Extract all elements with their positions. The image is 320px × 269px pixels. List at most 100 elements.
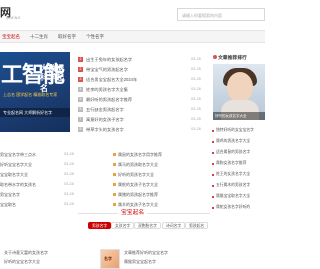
mid-list-date: 03-28 bbox=[64, 152, 74, 156]
rank-number: 8 bbox=[78, 127, 83, 132]
rank-item[interactable]: 属猴宝宝取名字大全 bbox=[216, 194, 250, 199]
mid-list-item[interactable]: 属马的男孩取名字大全 bbox=[118, 162, 158, 168]
bullet-icon bbox=[212, 163, 214, 165]
mid-list-item[interactable]: 宝宝取名 bbox=[0, 202, 16, 208]
rank-number: 5 bbox=[78, 97, 83, 102]
mid-list-date: 03-28 bbox=[64, 162, 74, 166]
nav-item-good-names[interactable]: 取好名字 bbox=[58, 34, 76, 40]
rank-item[interactable]: 属鸡的男孩名字大全 bbox=[216, 139, 250, 144]
nav-item-baby-naming[interactable]: 宝宝起名 bbox=[2, 34, 20, 40]
rank-number: 2 bbox=[78, 67, 83, 72]
news-date: 03-28 bbox=[191, 57, 201, 61]
news-title[interactable]: 最好听的男孩起名字推荐 bbox=[86, 97, 132, 103]
mid-list-item[interactable]: 好听宝宝名字大全 bbox=[0, 162, 32, 168]
mid-list-item[interactable]: 取名带水字的女孩名 bbox=[0, 182, 36, 188]
news-item[interactable]: 6 五行缺金男孩起名字 03-28 bbox=[78, 106, 208, 115]
bullet-icon bbox=[212, 196, 214, 198]
bottom-list-item[interactable]: 关于诗意又富的女孩名字 bbox=[4, 250, 48, 256]
bottom-list-item[interactable]: 好听的宝宝名字大全 bbox=[4, 259, 40, 265]
news-item[interactable]: 3 适合男宝宝起名大全2024年 03-28 bbox=[78, 76, 208, 85]
mid-list-date: 03-28 bbox=[64, 172, 74, 176]
news-title[interactable]: 带宝宝气的男孩起名字 bbox=[86, 67, 128, 73]
bullet-icon bbox=[113, 193, 116, 196]
mid-list-item[interactable]: 好听的男孩名字大全 bbox=[118, 172, 154, 178]
thumb-label: 名字 bbox=[104, 256, 112, 261]
nav-item-zodiac[interactable]: 十二生肖 bbox=[30, 34, 48, 40]
rank-number: 1 bbox=[78, 57, 83, 62]
carousel-dots bbox=[44, 124, 64, 132]
bullet-icon bbox=[212, 152, 214, 154]
bullet-icon bbox=[113, 153, 116, 156]
news-title[interactable]: 出生于兔年的女孩起名字 bbox=[86, 57, 132, 63]
news-item[interactable]: 1 出生于兔年的女孩起名字 03-28 bbox=[78, 56, 208, 65]
news-date: 03-28 bbox=[191, 77, 201, 81]
mid-list-date: 03-28 bbox=[64, 202, 74, 206]
rank-photo-caption: 好听的女孩名字大全 bbox=[213, 112, 265, 120]
news-date: 03-28 bbox=[191, 67, 201, 71]
mid-list-item[interactable]: 男宝宝名字带三点水 bbox=[0, 152, 36, 158]
banner-caption: 专业起名网 大师解析好名字 bbox=[3, 110, 53, 115]
news-date: 03-28 bbox=[191, 97, 201, 101]
rank-item[interactable]: 属蛇女孩名字好听的 bbox=[216, 205, 250, 210]
banner-sub-2: 科学起名 bbox=[40, 73, 64, 93]
rank-number: 4 bbox=[78, 87, 83, 92]
bottom-list-item[interactable]: 属猴男宝宝起名字 bbox=[124, 259, 156, 265]
news-title[interactable]: 五行缺金男孩起名字 bbox=[86, 107, 124, 113]
news-item[interactable]: 7 寓意好的女孩子名字 03-28 bbox=[78, 116, 208, 125]
bullet-icon bbox=[212, 207, 214, 209]
mid-list-item[interactable]: 属鼠的女孩名字用字推荐 bbox=[118, 152, 162, 158]
bullet-icon bbox=[113, 163, 116, 166]
news-item[interactable]: 5 最好听的男孩起名字推荐 03-28 bbox=[78, 96, 208, 105]
article-thumbnail[interactable]: 名字 bbox=[100, 249, 120, 269]
tab-girl-names[interactable]: 女孩名字 bbox=[111, 222, 135, 229]
tab-twin-names[interactable]: 双胞胎名字 bbox=[134, 222, 161, 229]
bullet-icon bbox=[113, 173, 116, 176]
mid-list-date: 03-28 bbox=[64, 182, 74, 186]
section-title: 宝宝起名 bbox=[118, 207, 148, 216]
main-nav: 宝宝起名 十二生肖 取好名字 个性名字 bbox=[0, 30, 265, 43]
news-date: 03-28 bbox=[191, 117, 201, 121]
rank-item[interactable]: 五行属木的男孩名字 bbox=[216, 183, 250, 188]
rank-feature-photo[interactable]: 好听的女孩名字大全 bbox=[213, 64, 265, 120]
news-date: 03-28 bbox=[191, 87, 201, 91]
news-item[interactable]: 4 姓李的男孩名字大全集 03-28 bbox=[78, 86, 208, 95]
site-logo-sub: QIMING bbox=[6, 16, 21, 20]
rank-item[interactable]: 独特好听的女宝宝名字 bbox=[216, 128, 254, 133]
bullet-icon bbox=[212, 141, 214, 143]
nav-item-personal-names[interactable]: 个性名字 bbox=[86, 34, 104, 40]
rank-number: 6 bbox=[78, 107, 83, 112]
rank-panel-title: 文章推荐排行 bbox=[218, 56, 247, 61]
promo-banner[interactable]: 工智能 大数据 科学起名 上吉名 国学起名 精准取名专家 专业起名网 大师解析好… bbox=[0, 52, 70, 132]
search-input[interactable]: 请输入你要搜索的内容 bbox=[177, 8, 265, 21]
news-item[interactable]: 8 带草字头的女孩名字 03-28 bbox=[78, 126, 208, 135]
mid-list-item[interactable]: 属猪的男孩起名字推荐 bbox=[118, 192, 158, 198]
tab-boy-naming[interactable]: 男孩起名 bbox=[185, 222, 209, 229]
child-face-shape bbox=[227, 72, 253, 102]
bottom-list-item[interactable]: 文章推荐好听的宝宝名字 bbox=[124, 250, 168, 256]
mid-list-item[interactable]: 宝宝取名字大全 bbox=[0, 172, 28, 178]
rank-item[interactable]: 属狗女孩名字推荐 bbox=[216, 161, 246, 166]
rank-item[interactable]: 姓王的女孩名字大全 bbox=[216, 172, 250, 177]
news-date: 03-28 bbox=[191, 107, 201, 111]
tab-boy-names[interactable]: 男孩名字 bbox=[88, 222, 112, 229]
news-date: 03-28 bbox=[191, 127, 201, 131]
bullet-icon bbox=[212, 174, 214, 176]
bullet-icon bbox=[113, 203, 116, 206]
rank-head-icon bbox=[213, 55, 217, 59]
news-title[interactable]: 姓李的男孩名字大全集 bbox=[86, 87, 128, 93]
tab-poetry-names[interactable]: 诗词名字 bbox=[162, 222, 186, 229]
rank-item[interactable]: 适合属鼠的男孩名字 bbox=[216, 150, 250, 155]
rank-number: 3 bbox=[78, 77, 83, 82]
banner-tagline: 上吉名 国学起名 精准取名专家 bbox=[3, 92, 58, 97]
mid-list-item[interactable]: 男宝宝名字 bbox=[0, 192, 20, 198]
mid-list-date: 03-28 bbox=[64, 192, 74, 196]
bullet-icon bbox=[113, 183, 116, 186]
news-title[interactable]: 带草字头的女孩名字 bbox=[86, 127, 124, 133]
news-title[interactable]: 适合男宝宝起名大全2024年 bbox=[86, 77, 137, 83]
rank-number: 7 bbox=[78, 117, 83, 122]
bullet-icon bbox=[212, 130, 214, 132]
bullet-icon bbox=[212, 185, 214, 187]
news-title[interactable]: 寓意好的女孩子名字 bbox=[86, 117, 124, 123]
news-item[interactable]: 2 带宝宝气的男孩起名字 03-28 bbox=[78, 66, 208, 75]
mid-list-item[interactable]: 属蛇的女孩子名字大全 bbox=[118, 182, 158, 188]
